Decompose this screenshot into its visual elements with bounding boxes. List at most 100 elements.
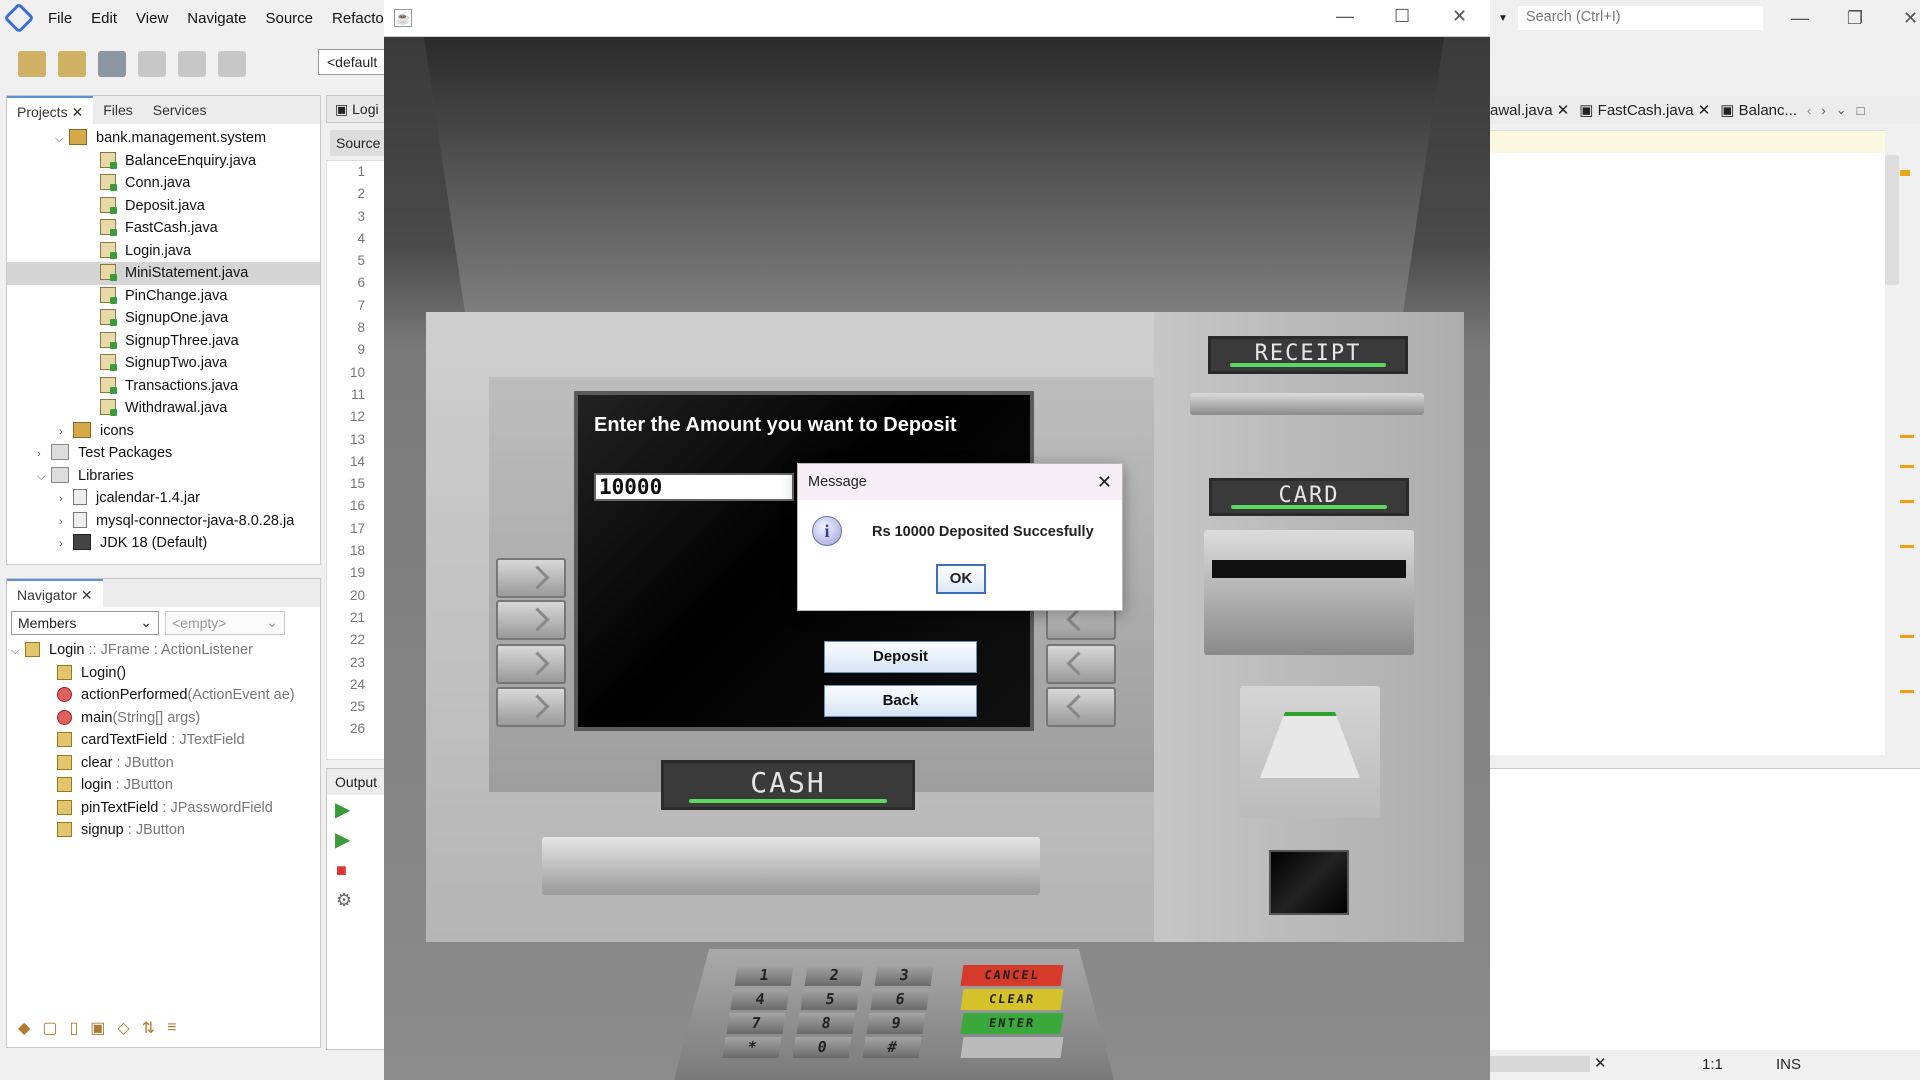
close-icon[interactable]: ✕ xyxy=(1452,6,1467,27)
tree-file[interactable]: PinChange.java xyxy=(7,285,320,308)
tree-file[interactable]: Conn.java xyxy=(7,172,320,195)
minimize-icon[interactable]: — xyxy=(1791,8,1809,29)
filter-fields-icon[interactable]: ◆ xyxy=(18,1018,30,1038)
tree-package[interactable]: ⌵ bank.management.system xyxy=(7,127,320,150)
cancel-progress-icon[interactable]: ✕ xyxy=(1594,1054,1607,1072)
line-number: 14 xyxy=(349,453,365,469)
menu-file[interactable]: File xyxy=(48,10,72,27)
chevron-right-icon[interactable]: › xyxy=(59,421,73,444)
filter-nonpublic-icon[interactable]: ▯ xyxy=(69,1018,78,1038)
close-icon[interactable]: ✕ xyxy=(1903,8,1918,29)
tab-files[interactable]: Files xyxy=(93,96,143,124)
cash-dispenser xyxy=(542,837,1040,895)
menu-navigate[interactable]: Navigate xyxy=(187,10,246,27)
source-tab[interactable]: Source xyxy=(330,130,386,156)
sort-icon[interactable]: ⇅ xyxy=(142,1018,155,1038)
tree-file[interactable]: Transactions.java xyxy=(7,375,320,398)
scrollbar[interactable] xyxy=(1885,155,1899,285)
deposit-button[interactable]: Deposit xyxy=(824,641,977,673)
chevron-right-icon[interactable]: › xyxy=(37,443,51,466)
search-input[interactable]: Search (Ctrl+I) xyxy=(1517,6,1763,30)
warning-marker xyxy=(1900,545,1914,548)
information-icon: i xyxy=(812,516,842,546)
navigator-member[interactable]: actionPerformed(ActionEvent ae) xyxy=(7,684,320,707)
chevron-right-icon[interactable]: › xyxy=(59,488,73,511)
tree-jcalendar[interactable]: › jcalendar-1.4.jar xyxy=(7,487,320,510)
ok-button[interactable]: OK xyxy=(936,564,986,594)
tree-file[interactable]: Login.java xyxy=(7,240,320,263)
redo-icon[interactable] xyxy=(218,51,246,77)
tab-services[interactable]: Services xyxy=(143,96,217,124)
chevron-right-icon[interactable]: › xyxy=(59,511,73,534)
tab-projects[interactable]: Projects ✕ xyxy=(7,96,94,124)
members-combo[interactable]: Members ⌄ xyxy=(11,611,159,635)
menu-source[interactable]: Source xyxy=(265,10,313,27)
tab-balance[interactable]: ▣ Balanc... xyxy=(1720,101,1797,119)
tree-file[interactable]: MiniStatement.java xyxy=(7,262,320,285)
maximize-icon[interactable]: ☐ xyxy=(1394,6,1410,27)
navigator-member[interactable]: cardTextField : JTextField xyxy=(7,729,320,752)
chevron-down-icon[interactable]: ⌵ xyxy=(55,128,69,151)
menu-refactor[interactable]: Refacto xyxy=(332,10,384,27)
editor-tab-login[interactable]: ▣ Logi xyxy=(326,95,386,123)
navigator-member[interactable]: login : JButton xyxy=(7,774,320,797)
navigator-member[interactable]: clear : JButton xyxy=(7,752,320,775)
navigator-panel: Navigator ✕ Members ⌄ <empty> ⌄ ⌵ Login :: … xyxy=(6,578,321,1048)
search-dropdown-icon[interactable]: ▼ xyxy=(1498,13,1508,24)
back-button[interactable]: Back xyxy=(824,685,977,717)
navigator-member[interactable]: pinTextField : JPasswordField xyxy=(7,797,320,820)
tab-fastcash[interactable]: ▣ FastCash.java ✕ xyxy=(1579,101,1710,119)
code-area-right[interactable] xyxy=(1490,130,1885,755)
sort-name-icon[interactable]: ≡ xyxy=(167,1019,176,1037)
tree-file[interactable]: SignupTwo.java xyxy=(7,352,320,375)
filter-class-icon[interactable]: ◇ xyxy=(117,1018,129,1038)
filter-inherited-icon[interactable]: ▣ xyxy=(90,1018,105,1038)
chevron-right-icon[interactable]: › xyxy=(1821,103,1825,118)
amount-input[interactable]: 10000 xyxy=(594,473,794,501)
undo-icon[interactable] xyxy=(178,51,206,77)
navigator-member[interactable]: signup : JButton xyxy=(7,819,320,842)
tree-jdk[interactable]: › JDK 18 (Default) xyxy=(7,532,320,555)
open-project-icon[interactable] xyxy=(98,51,126,77)
close-icon[interactable]: ✕ xyxy=(71,104,83,120)
filter-static-icon[interactable]: ▢ xyxy=(42,1018,57,1038)
chevron-right-icon[interactable]: › xyxy=(59,533,73,556)
package-icon xyxy=(73,421,91,438)
chevron-down-icon[interactable]: ⌵ xyxy=(37,466,51,489)
new-project-icon[interactable] xyxy=(58,51,86,77)
save-all-icon[interactable] xyxy=(138,51,166,77)
navigator-member[interactable]: main(String[] args) xyxy=(7,707,320,730)
tree-libraries[interactable]: ⌵ Libraries xyxy=(7,465,320,488)
navigator-member[interactable]: Login() xyxy=(7,662,320,685)
tree-test-packages[interactable]: › Test Packages xyxy=(7,442,320,465)
configuration-combo[interactable]: <default xyxy=(318,49,388,75)
tree-file[interactable]: Deposit.java xyxy=(7,195,320,218)
minimize-icon[interactable]: — xyxy=(1336,6,1354,27)
tree-file[interactable]: SignupOne.java xyxy=(7,307,320,330)
tree-file[interactable]: BalanceEnquiry.java xyxy=(7,150,320,173)
new-file-icon[interactable] xyxy=(18,51,46,77)
tab-navigator[interactable]: Navigator ✕ xyxy=(7,579,103,607)
empty-combo[interactable]: <empty> ⌄ xyxy=(165,611,285,635)
restore-icon[interactable]: ❐ xyxy=(1847,8,1863,29)
dialog-titlebar: Message ✕ xyxy=(798,464,1122,500)
chevron-left-icon[interactable]: ‹ xyxy=(1807,103,1811,118)
tree-file[interactable]: SignupThree.java xyxy=(7,330,320,353)
rerun-different-icon[interactable]: ▶ xyxy=(327,825,385,855)
maximize-icon[interactable]: □ xyxy=(1857,103,1865,118)
chevron-down-icon[interactable]: ⌄ xyxy=(1836,102,1847,118)
tree-mysql[interactable]: › mysql-connector-java-8.0.28.ja xyxy=(7,510,320,533)
tree-file[interactable]: Withdrawal.java xyxy=(7,397,320,420)
tab-withdrawal[interactable]: awal.java ✕ xyxy=(1490,101,1569,119)
stop-icon[interactable]: ■ xyxy=(327,855,385,885)
tree-icons[interactable]: › icons xyxy=(7,420,320,443)
menu-view[interactable]: View xyxy=(136,10,168,27)
rerun-icon[interactable]: ▶ xyxy=(327,795,385,825)
close-icon[interactable]: ✕ xyxy=(81,587,93,603)
tree-file[interactable]: FastCash.java xyxy=(7,217,320,240)
settings-icon[interactable]: ⚙ xyxy=(327,885,385,915)
chevron-down-icon[interactable]: ⌵ xyxy=(11,640,25,663)
menu-edit[interactable]: Edit xyxy=(91,10,117,27)
navigator-root[interactable]: ⌵ Login :: JFrame : ActionListener xyxy=(7,639,320,662)
close-icon[interactable]: ✕ xyxy=(1097,472,1112,493)
